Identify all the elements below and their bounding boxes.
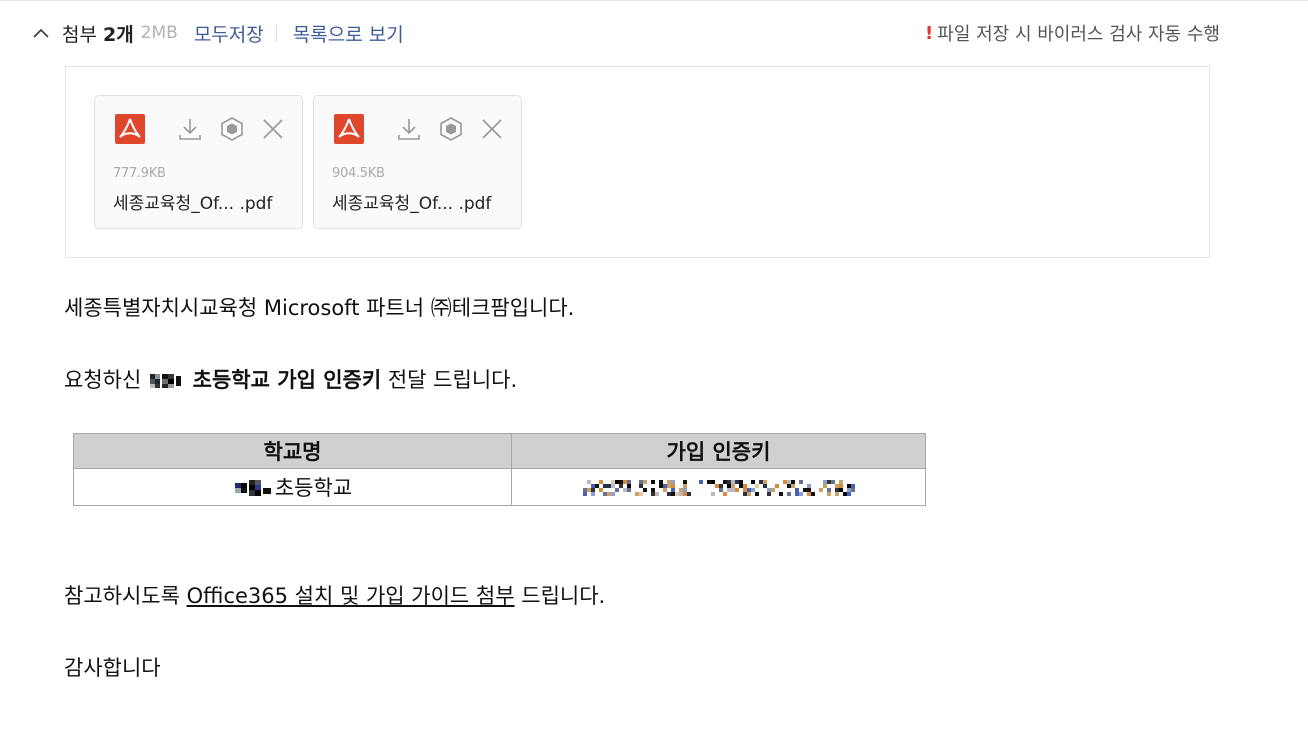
school-name-suffix: 초등학교 <box>274 476 353 500</box>
guide-suffix: 드립니다. <box>514 584 606 608</box>
guide-prefix: 참고하시도록 <box>64 584 187 608</box>
warning-icon: ! <box>925 22 934 44</box>
file-name[interactable]: 세종교육청_Of... .pdf <box>332 189 491 214</box>
attachment-card[interactable]: 777.9KB 세종교육청_Of... .pdf <box>94 95 303 229</box>
request-prefix: 요청하신 <box>64 368 148 392</box>
guide-attachment-link[interactable]: Office365 설치 및 가입 가이드 첨부 <box>187 584 515 608</box>
attachment-box: 777.9KB 세종교육청_Of... .pdf 904.5KB 세종교육청_O… <box>65 66 1210 258</box>
attachment-header: 첨부 2개 2MB 모두저장 목록으로 보기 ! 파일 저장 시 바이러스 검사… <box>30 18 1220 48</box>
auth-key-cell <box>511 468 926 506</box>
list-view-link[interactable]: 목록으로 보기 <box>293 20 404 47</box>
message-line-guide: 참고하시도록 Office365 설치 및 가입 가이드 첨부 드립니다. <box>64 580 605 610</box>
attachment-card[interactable]: 904.5KB 세종교육청_Of... .pdf <box>313 95 522 229</box>
close-icon[interactable] <box>479 116 505 142</box>
attachment-total-size: 2MB <box>140 23 178 43</box>
cube-icon[interactable] <box>438 116 464 142</box>
school-key-table: 학교명 가입 인증키 초등학교 <box>73 433 926 506</box>
request-suffix: 전달 드립니다. <box>387 368 518 392</box>
download-icon[interactable] <box>396 116 422 142</box>
chevron-up-icon[interactable] <box>30 22 52 44</box>
message-line-request: 요청하신 초등학교 가입 인증키 전달 드립니다. <box>64 364 517 394</box>
header-divider <box>275 24 277 42</box>
virus-scan-notice-text: 파일 저장 시 바이러스 검사 자동 수행 <box>937 24 1220 45</box>
redacted-school-name <box>234 480 271 496</box>
table-row: 초등학교 <box>73 468 926 506</box>
file-name[interactable]: 세종교육청_Of... .pdf <box>113 189 272 214</box>
cube-icon[interactable] <box>219 116 245 142</box>
save-all-link[interactable]: 모두저장 <box>194 20 264 47</box>
message-line-thanks: 감사합니다 <box>64 656 161 680</box>
virus-scan-notice: ! 파일 저장 시 바이러스 검사 자동 수행 <box>925 20 1220 46</box>
top-divider <box>0 0 1308 1</box>
message-line-greeting: 세종특별자치시교육청 Microsoft 파트너 ㈜테크팜입니다. <box>64 296 575 320</box>
pdf-icon <box>334 114 364 144</box>
download-icon[interactable] <box>177 116 203 142</box>
pdf-icon <box>115 114 145 144</box>
file-size: 904.5KB <box>332 166 385 181</box>
school-name-cell: 초등학교 <box>73 468 512 506</box>
redacted-school-name <box>149 374 181 388</box>
close-icon[interactable] <box>260 116 286 142</box>
redacted-auth-key <box>574 470 863 504</box>
request-bold-text: 초등학교 가입 인증키 <box>192 368 382 392</box>
attachment-count: 2개 <box>102 23 134 46</box>
file-size: 777.9KB <box>113 166 166 181</box>
table-header-key: 가입 인증키 <box>511 433 926 469</box>
attachment-title: 첨부 <box>62 23 97 46</box>
table-header-school: 학교명 <box>73 433 512 469</box>
